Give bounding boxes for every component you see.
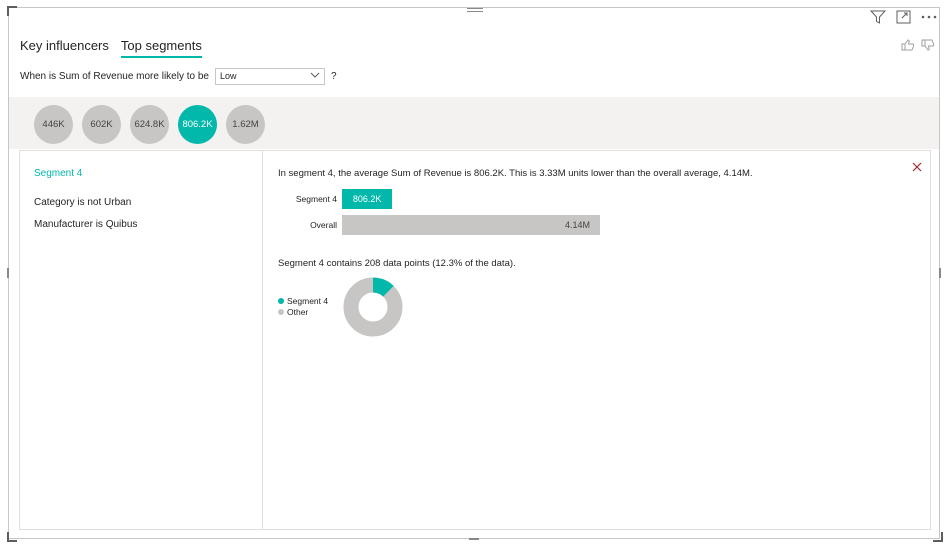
resize-corner-bl[interactable] — [7, 532, 17, 542]
filter-icon[interactable] — [870, 10, 886, 24]
segment-share-donut — [343, 277, 403, 337]
legend-label: Segment 4 — [287, 295, 329, 306]
legend-label: Other — [287, 306, 309, 317]
segment-bubbles: 446K 602K 624.8K 806.2K 1.62M — [34, 105, 265, 144]
segment-average-value: 806.2K — [352, 194, 382, 204]
resize-corner-tl[interactable] — [7, 6, 17, 16]
resize-handle-bottom[interactable] — [469, 538, 479, 540]
legend-item-other: Other — [278, 306, 328, 317]
question-row: When is Sum of Revenue more likely to be… — [20, 68, 337, 85]
segment-bubble-5[interactable]: 1.62M — [226, 105, 265, 144]
segment-bubble-1[interactable]: 446K — [34, 105, 73, 144]
legend-dot — [278, 297, 284, 304]
legend-dot — [278, 308, 284, 315]
more-options-icon[interactable] — [921, 14, 937, 20]
help-icon[interactable]: ? — [331, 71, 337, 82]
segment-title: Segment 4 — [34, 168, 83, 179]
segment-bubble-4[interactable]: 806.2K — [178, 105, 217, 144]
bar-label-overall: Overall — [310, 220, 337, 230]
thumbs-down-icon[interactable] — [921, 38, 935, 56]
tab-key-influencers[interactable]: Key influencers — [20, 38, 109, 58]
bar-label-segment: Segment 4 — [295, 194, 337, 204]
segment-bubble-3[interactable]: 624.8K — [130, 105, 169, 144]
segment-size-text: Segment 4 contains 208 data points (12.3… — [278, 258, 516, 269]
condition-item: Category is not Urban — [34, 197, 132, 208]
resize-corner-br[interactable] — [933, 532, 943, 542]
overall-average-bar: 4.14M — [342, 215, 600, 235]
target-value-dropdown[interactable]: Low — [214, 68, 325, 85]
close-icon[interactable] — [912, 159, 922, 177]
legend-item-segment: Segment 4 — [278, 295, 328, 306]
tab-top-segments[interactable]: Top segments — [120, 38, 202, 58]
focus-mode-icon[interactable] — [896, 10, 911, 24]
tab-bar: Key influencers Top segments — [20, 38, 202, 58]
segment-bubble-2[interactable]: 602K — [82, 105, 121, 144]
donut-legend: Segment 4 Other — [278, 295, 328, 317]
resize-handle-right[interactable] — [939, 268, 941, 278]
segment-average-bar: 806.2K — [342, 189, 393, 209]
question-label: When is Sum of Revenue more likely to be — [20, 71, 209, 82]
chevron-down-icon — [310, 71, 320, 81]
resize-handle-left[interactable] — [7, 268, 9, 278]
condition-item: Manufacturer is Quibus — [34, 219, 138, 230]
drag-handle[interactable] — [467, 8, 483, 16]
segment-summary: In segment 4, the average Sum of Revenue… — [278, 168, 753, 179]
segment-detail-panel: Segment 4 Category is not Urban Manufact… — [19, 150, 931, 530]
thumbs-up-icon[interactable] — [901, 38, 915, 56]
overall-average-value: 4.14M — [564, 220, 590, 230]
segment-conditions: Segment 4 Category is not Urban Manufact… — [20, 151, 263, 529]
dropdown-value: Low — [219, 71, 237, 81]
